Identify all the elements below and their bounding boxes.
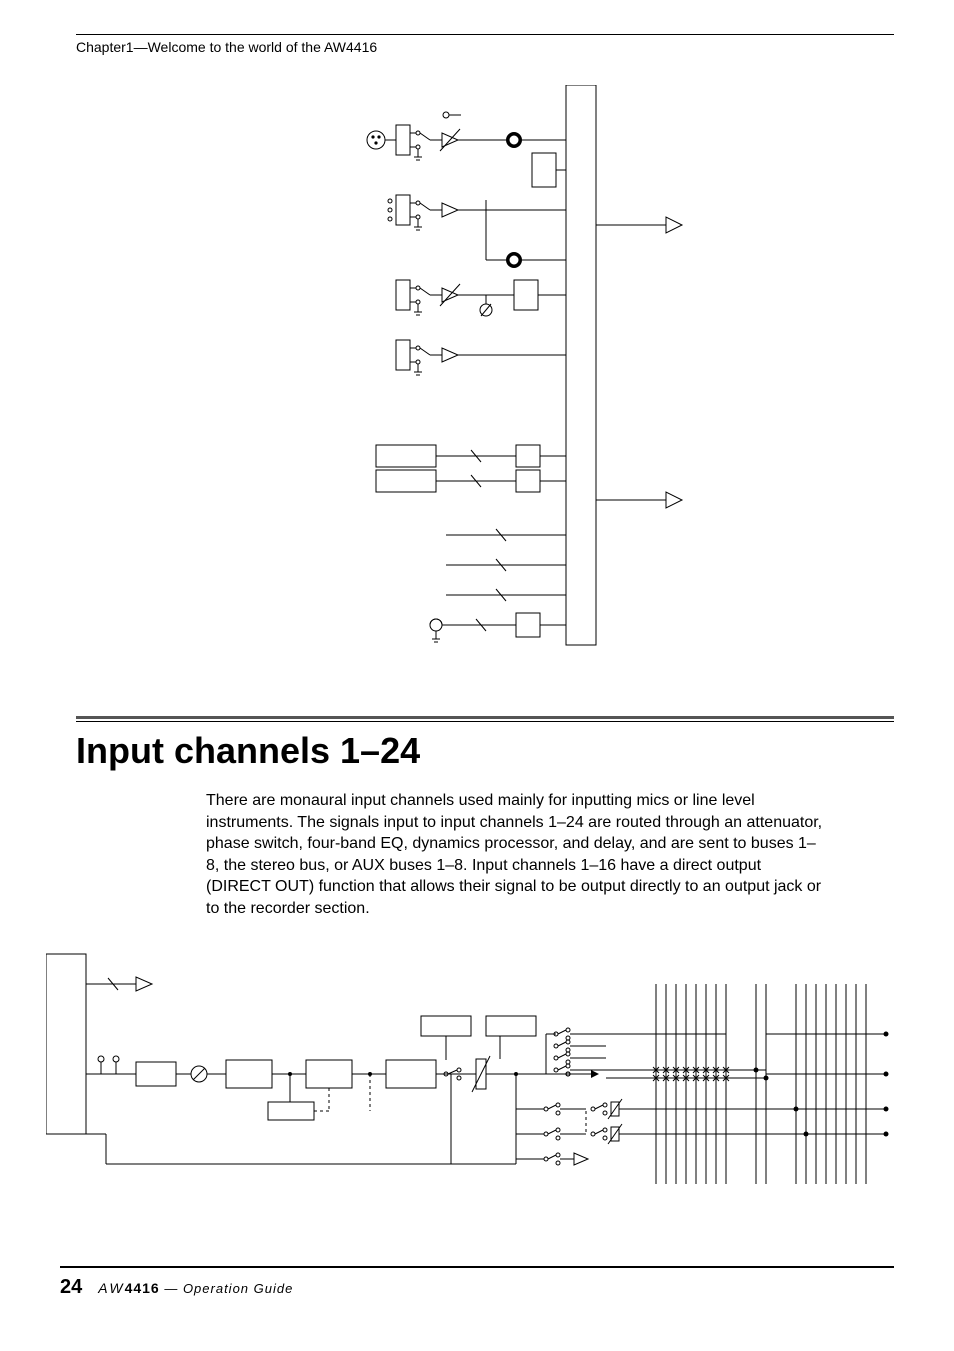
product-name: AW4416 — Operation Guide <box>98 1280 293 1296</box>
section-body: There are monaural input channels used m… <box>206 790 826 920</box>
section-title: Input channels 1–24 <box>76 730 894 772</box>
section-rule-thin <box>76 721 894 722</box>
page-number: 24 <box>60 1276 82 1299</box>
monitor-diagram <box>336 85 894 660</box>
chapter-label: Chapter1—Welcome to the world of the AW4… <box>76 39 894 55</box>
page-footer: 24 AW4416 — Operation Guide <box>60 1266 894 1299</box>
signal-flow-diagram <box>46 944 894 1209</box>
section-rule <box>76 716 894 719</box>
page-header: Chapter1—Welcome to the world of the AW4… <box>76 34 894 55</box>
